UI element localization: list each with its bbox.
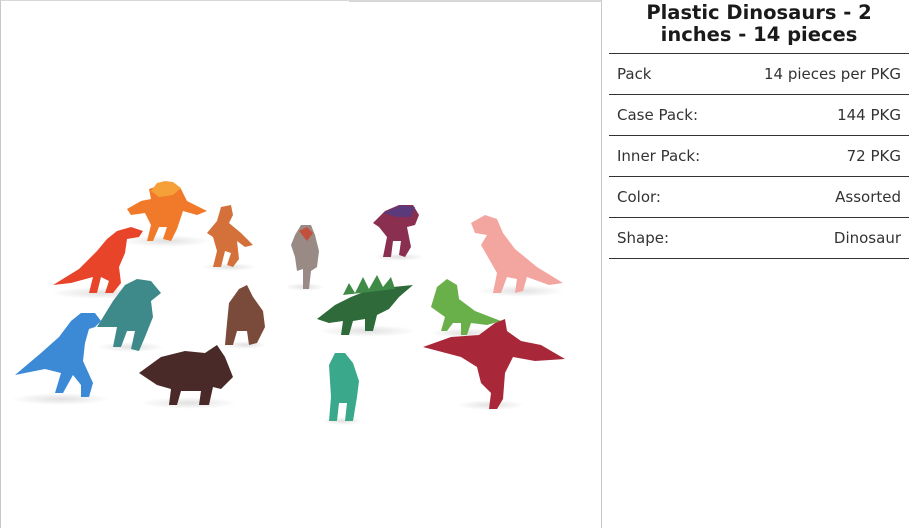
spec-label: Pack xyxy=(609,54,727,95)
spec-row-pack: Pack 14 pieces per PKG xyxy=(609,54,909,95)
dinosaur-figure xyxy=(317,275,417,337)
spec-value: 72 PKG xyxy=(726,135,909,177)
spec-table: Pack 14 pieces per PKG Case Pack: 144 PK… xyxy=(609,54,909,259)
spec-value: 144 PKG xyxy=(726,94,909,136)
spec-label: Shape: xyxy=(609,217,727,259)
spec-value: Assorted xyxy=(726,176,909,218)
product-details: Plastic Dinosaurs - 2 inches - 14 pieces… xyxy=(609,0,909,259)
spec-row-case-pack: Case Pack: 144 PKG xyxy=(609,94,909,136)
dinosaur-figure xyxy=(285,225,325,291)
spec-row-shape: Shape: Dinosaur xyxy=(609,217,909,259)
spec-row-inner-pack: Inner Pack: 72 PKG xyxy=(609,135,909,177)
product-image-panel xyxy=(0,0,602,528)
dinosaur-figure xyxy=(139,345,237,409)
spec-label: Color: xyxy=(609,176,727,218)
product-image[interactable] xyxy=(1,1,602,528)
dinosaur-figure xyxy=(323,353,363,425)
spec-value: 14 pieces per PKG xyxy=(726,54,909,95)
dinosaur-figure xyxy=(373,205,425,261)
dinosaur-figure xyxy=(223,285,267,349)
dinosaur-figure xyxy=(471,215,565,297)
dinosaur-figure xyxy=(11,313,111,405)
product-page: Plastic Dinosaurs - 2 inches - 14 pieces… xyxy=(0,0,916,528)
spec-label: Case Pack: xyxy=(609,94,727,136)
spec-value: Dinosaur xyxy=(726,217,909,259)
dinosaur-figure xyxy=(201,205,257,271)
spec-label: Inner Pack: xyxy=(609,135,727,177)
product-title: Plastic Dinosaurs - 2 inches - 14 pieces xyxy=(609,0,909,54)
spec-row-color: Color: Assorted xyxy=(609,176,909,218)
